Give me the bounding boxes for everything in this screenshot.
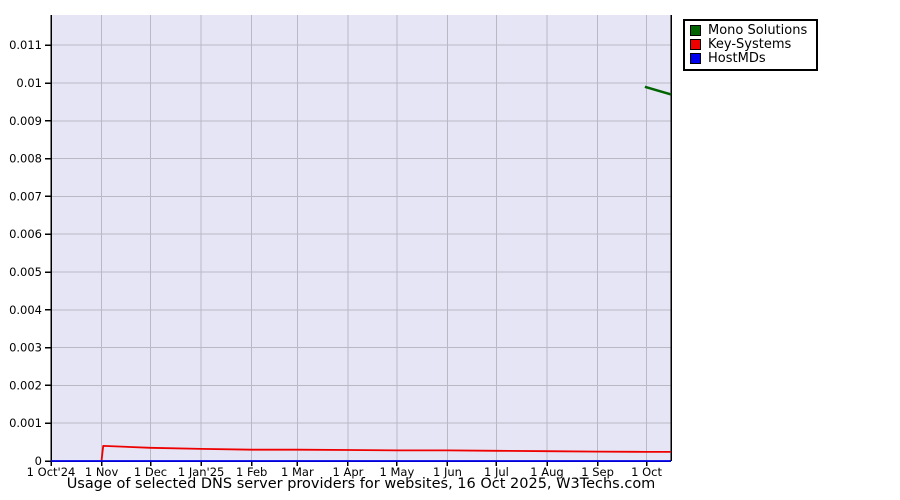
legend-swatch-icon (690, 25, 701, 36)
y-tick-label: 0.008 (9, 152, 42, 166)
y-tick-label: 0.007 (9, 189, 42, 203)
legend-label: HostMDs (708, 51, 766, 66)
y-tick-label: 0.009 (9, 114, 42, 128)
legend-item-hostmds: HostMDs (690, 52, 807, 65)
chart-title: Usage of selected DNS server providers f… (66, 476, 656, 492)
y-tick-label: 0.006 (9, 227, 42, 241)
y-tick-label: 0.004 (9, 303, 42, 317)
y-tick-label: 0.011 (9, 38, 42, 52)
legend-item-mono-solutions: Mono Solutions (690, 24, 807, 37)
y-tick-label: 0.003 (9, 341, 42, 355)
legend-item-key-systems: Key-Systems (690, 38, 807, 51)
plot-background (51, 15, 671, 461)
dns-usage-chart: 0 0.001 0.002 0.003 0.004 0.005 0.006 0.007 0.00… (0, 0, 900, 500)
chart-legend: Mono Solutions Key-Systems HostMDs (683, 19, 819, 71)
y-tick-label: 0.005 (9, 265, 42, 279)
y-tick-label: 0.002 (9, 378, 42, 392)
legend-swatch-icon (690, 53, 701, 64)
y-tick-label: 0.001 (9, 416, 42, 430)
y-tick-label: 0.01 (16, 76, 42, 90)
legend-label: Mono Solutions (708, 23, 808, 38)
plot-area: 00.0010.0020.0030.0040.0050.0060.0070.00… (9, 15, 672, 479)
legend-swatch-icon (690, 39, 701, 50)
legend-label: Key-Systems (708, 37, 792, 52)
